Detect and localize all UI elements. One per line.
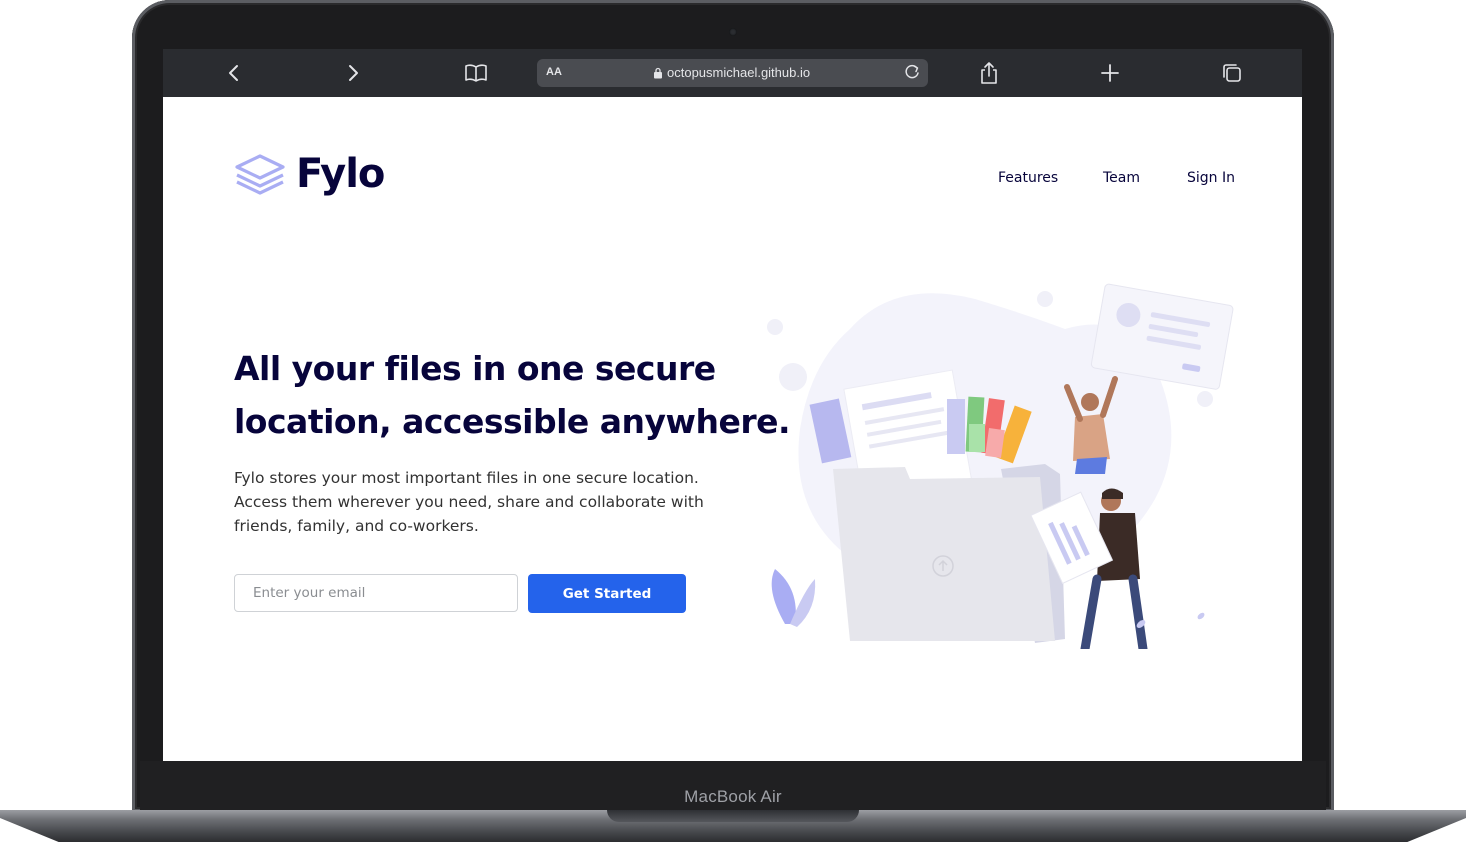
new-tab-icon bbox=[1101, 64, 1119, 82]
email-input[interactable] bbox=[234, 574, 518, 612]
camera-icon bbox=[729, 28, 737, 36]
share-button[interactable] bbox=[976, 61, 1002, 85]
get-started-button[interactable]: Get Started bbox=[528, 574, 686, 613]
hero-illustration bbox=[767, 283, 1234, 649]
laptop-chin: MacBook Air bbox=[140, 761, 1326, 812]
hero-subtitle: Fylo stores your most important files in… bbox=[234, 469, 704, 535]
hero-title-line2: location, accessible anywhere. bbox=[234, 402, 791, 441]
tabs-button[interactable] bbox=[1219, 61, 1245, 85]
new-tab-button[interactable] bbox=[1097, 61, 1123, 85]
bookmarks-button[interactable] bbox=[463, 61, 489, 85]
forward-icon bbox=[349, 65, 358, 81]
bookmarks-icon bbox=[465, 64, 487, 82]
back-button[interactable] bbox=[221, 61, 247, 85]
nav-sign-in[interactable]: Sign In bbox=[1187, 170, 1235, 186]
nav-features[interactable]: Features bbox=[998, 170, 1058, 186]
reload-icon[interactable] bbox=[902, 62, 922, 82]
logo-text: Fylo bbox=[296, 151, 385, 197]
site-logo[interactable]: Fylo bbox=[234, 151, 385, 197]
back-icon bbox=[229, 65, 238, 81]
laptop-notch bbox=[607, 810, 859, 822]
forward-button[interactable] bbox=[340, 61, 366, 85]
tabs-icon bbox=[1223, 64, 1241, 82]
browser-toolbar: AA octopusmichael.github.io bbox=[163, 49, 1302, 97]
share-icon bbox=[981, 62, 997, 84]
url-text: octopusmichael.github.io bbox=[667, 65, 811, 80]
lock-icon bbox=[654, 67, 662, 78]
reader-button[interactable]: AA bbox=[546, 66, 562, 78]
hero-title-line1: All your files in one secure bbox=[234, 349, 716, 388]
device-label: MacBook Air bbox=[684, 787, 782, 806]
address-bar[interactable]: AA octopusmichael.github.io bbox=[537, 59, 928, 87]
nav-team[interactable]: Team bbox=[1103, 170, 1140, 186]
hero-title: All your files in one secure location, a… bbox=[234, 342, 794, 448]
layers-icon bbox=[235, 154, 285, 195]
screen: AA octopusmichael.github.io Fylo Feature… bbox=[163, 49, 1302, 761]
